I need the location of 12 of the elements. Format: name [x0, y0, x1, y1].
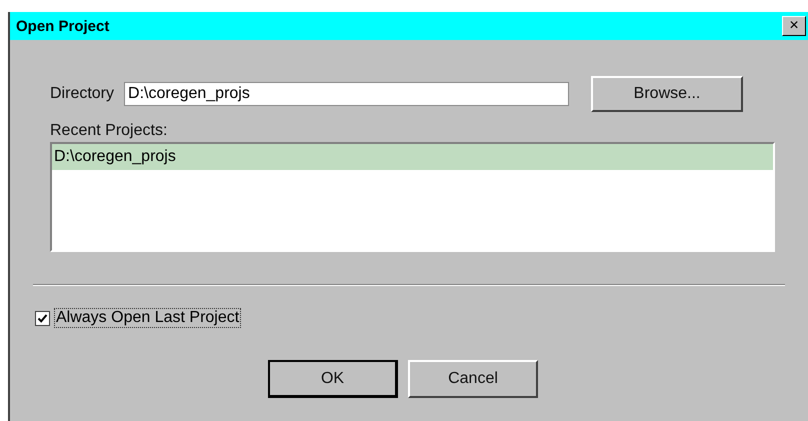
checkbox-label[interactable]: Always Open Last Project	[54, 308, 242, 328]
window-title: Open Project	[16, 18, 110, 34]
browse-button[interactable]: Browse...	[591, 76, 744, 112]
checkbox[interactable]	[35, 310, 50, 326]
close-button[interactable]: ×	[782, 16, 806, 36]
recent-projects-list[interactable]: D:\coregen_projs	[50, 142, 775, 252]
ok-button[interactable]: OK	[268, 360, 398, 398]
recent-project-item[interactable]: D:\coregen_projs	[52, 144, 773, 170]
recent-projects-label: Recent Projects:	[50, 122, 168, 140]
directory-field[interactable]: D:\coregen_projs	[124, 82, 570, 106]
cancel-button[interactable]: Cancel	[408, 360, 538, 398]
directory-label: Directory	[50, 85, 114, 103]
